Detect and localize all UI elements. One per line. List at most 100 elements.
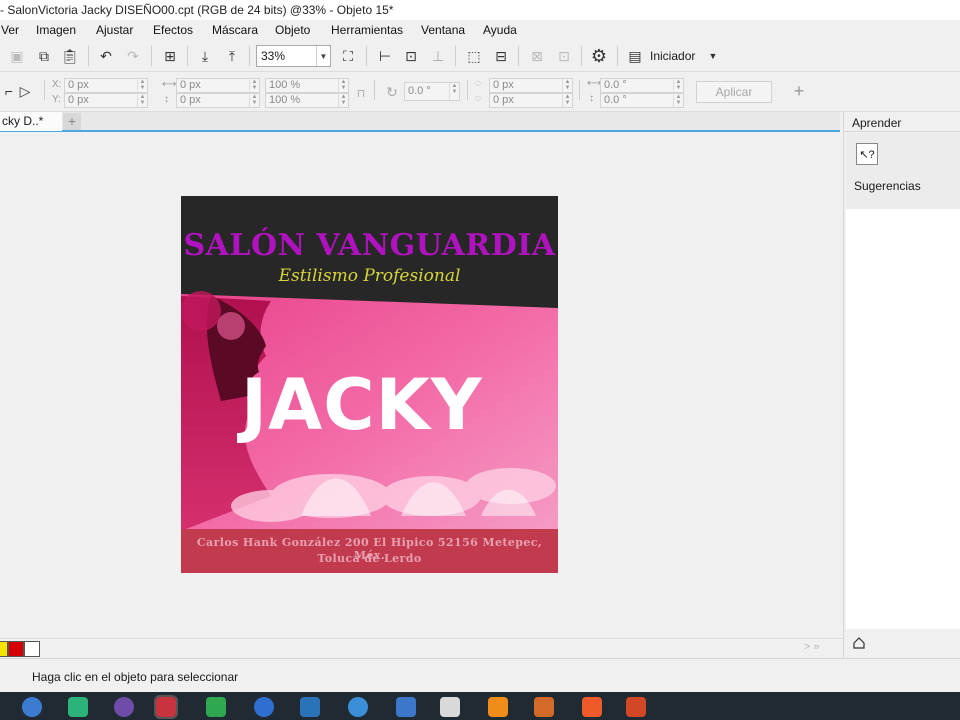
media-player-icon[interactable] (534, 697, 554, 717)
paste-icon[interactable]: 📋︎ (61, 47, 79, 65)
menu-objeto[interactable]: Objeto (275, 23, 310, 37)
toolbar-separator (366, 46, 367, 66)
apply-button[interactable]: Aplicar (696, 81, 772, 103)
docker-header: Aprender (844, 112, 960, 132)
zoom-level-select[interactable]: 33% ▼ (256, 45, 331, 67)
spinner[interactable]: ▲ ▼ (673, 79, 683, 92)
corel-photopaint-icon[interactable] (154, 695, 178, 719)
spinner[interactable]: ▲ ▼ (338, 79, 348, 92)
new-object-icon[interactable]: ▣ (8, 47, 26, 65)
y-position-field[interactable]: 0 px ▲ ▼ (64, 93, 148, 108)
skew-vertical-field[interactable]: 0.0 ° ▲ ▼ (600, 93, 684, 108)
new-tab-icon[interactable]: + (63, 113, 81, 130)
spinner[interactable]: ▲ ▼ (562, 79, 572, 92)
artwork-address-line2: Toluca de Lerdo (317, 552, 422, 565)
help-cursor-icon[interactable]: ↖? (856, 143, 878, 165)
pen-app-icon[interactable] (206, 697, 226, 717)
align-icon[interactable]: ⊞ (161, 47, 179, 65)
app-store-icon[interactable] (254, 697, 274, 717)
add-icon[interactable]: + (790, 81, 808, 101)
spinner[interactable]: ▲ ▼ (338, 94, 348, 107)
title-bar: - SalonVictoria Jacky DISEÑO00.cpt (RGB … (0, 0, 960, 20)
hints-label[interactable]: Sugerencias (854, 179, 921, 193)
sublime-text-icon[interactable] (488, 697, 508, 717)
github-icon[interactable] (114, 697, 134, 717)
mask-marquee-icon[interactable]: ⬚ (465, 47, 483, 65)
palette-swatch-white[interactable] (24, 641, 40, 657)
transform-options-icon[interactable]: ▷ (16, 82, 34, 100)
docker-title[interactable]: Aprender (852, 116, 901, 130)
y-position-value: 0 px (68, 94, 89, 106)
status-bar: Haga clic en el objeto para seleccionar (0, 658, 960, 692)
show-rulers-icon[interactable]: ⊢ (376, 47, 394, 65)
artwork-name: JACKY (241, 364, 483, 446)
powerpoint-icon[interactable] (626, 697, 646, 717)
snap-icon[interactable]: ⊥ (429, 47, 447, 65)
lock-icon[interactable]: ⊠ (528, 47, 546, 65)
menu-ventana[interactable]: Ventana (421, 23, 465, 37)
toolbar-separator (88, 46, 89, 66)
spinner[interactable]: ▲ ▼ (137, 94, 147, 107)
center-y-field[interactable]: 0 px ▲ ▼ (489, 93, 573, 108)
chevron-down-icon[interactable]: ▼ (316, 46, 330, 66)
scale-height-field[interactable]: 100 % ▲ ▼ (265, 93, 349, 108)
rotate-icon[interactable]: ↻ (383, 83, 401, 101)
center-x-field[interactable]: 0 px ▲ ▼ (489, 78, 573, 93)
outlook-icon[interactable] (300, 697, 320, 717)
launcher-chevron-down-icon[interactable]: ▼ (704, 47, 722, 65)
spinner[interactable]: ▲ ▼ (673, 94, 683, 107)
browser-icon[interactable] (348, 697, 368, 717)
windows-taskbar (0, 692, 960, 720)
toolbar-separator (617, 46, 618, 66)
spinner[interactable]: ▲ ▼ (249, 79, 259, 92)
menu-ajustar[interactable]: Ajustar (96, 23, 133, 37)
scale-width-value: 100 % (269, 79, 301, 91)
x-position-field[interactable]: 0 px ▲ ▼ (64, 78, 148, 93)
launcher-icon[interactable]: ▤ (626, 47, 644, 65)
scale-width-field[interactable]: 100 % ▲ ▼ (265, 78, 349, 93)
zoom-fit-icon[interactable]: ⛶ (339, 47, 357, 65)
menu-ver[interactable]: Ver (1, 23, 19, 37)
skew-horizontal-field[interactable]: 0.0 ° ▲ ▼ (600, 78, 684, 93)
document-tab[interactable]: cky D..* (0, 112, 62, 131)
menu-bar: Ver Imagen Ajustar Efectos Máscara Objet… (0, 20, 960, 41)
palette-swatch-yellow[interactable] (0, 641, 8, 657)
spinner[interactable]: ▲ ▼ (449, 83, 459, 100)
brave-icon[interactable] (582, 697, 602, 717)
palette-swatch-red[interactable] (8, 641, 24, 657)
artwork-image[interactable]: SALÓN VANGUARDIA Estilismo Profesional J… (181, 196, 558, 573)
object-options-icon[interactable]: ⊡ (555, 47, 573, 65)
width-field[interactable]: 0 px ▲ ▼ (176, 78, 260, 93)
menu-herramientas[interactable]: Herramientas (331, 23, 403, 37)
undo-icon[interactable]: ↶ (97, 47, 115, 65)
palette-scroll-arrows-icon[interactable]: > » (804, 641, 820, 653)
export-icon[interactable]: ⤒ (223, 47, 241, 65)
center-y-icon: ◌ (475, 93, 481, 104)
skew-vertical-value: 0.0 ° (604, 94, 627, 106)
gear-icon[interactable]: ⚙ (590, 46, 608, 66)
artwork-subtitle: Estilismo Profesional (278, 266, 461, 286)
lock-ratio-icon[interactable]: ⊓ (352, 84, 370, 102)
menu-mascara[interactable]: Máscara (212, 23, 258, 37)
notepad-icon[interactable] (440, 697, 460, 717)
menu-efectos[interactable]: Efectos (153, 23, 193, 37)
show-guides-icon[interactable]: ⊡ (402, 47, 420, 65)
rotation-angle-value: 0.0 ° (408, 85, 431, 97)
launcher-label[interactable]: Iniciador (650, 49, 695, 63)
show-mask-icon[interactable]: ⊟ (492, 47, 510, 65)
spinner[interactable]: ▲ ▼ (137, 79, 147, 92)
spinner[interactable]: ▲ ▼ (562, 94, 572, 107)
duplicate-icon[interactable]: ⧉ (35, 47, 53, 65)
height-field[interactable]: 0 px ▲ ▼ (176, 93, 260, 108)
docker-content (846, 209, 960, 629)
edge-icon[interactable] (22, 697, 42, 717)
calculator-icon[interactable] (396, 697, 416, 717)
rotation-angle-field[interactable]: 0.0 ° ▲ ▼ (404, 82, 460, 101)
app-cube-icon[interactable] (68, 697, 88, 717)
import-icon[interactable]: ⤓ (196, 47, 214, 65)
menu-imagen[interactable]: Imagen (36, 23, 76, 37)
redo-icon[interactable]: ↷ (124, 47, 142, 65)
spinner[interactable]: ▲ ▼ (249, 94, 259, 107)
menu-ayuda[interactable]: Ayuda (483, 23, 517, 37)
home-icon[interactable] (852, 636, 866, 650)
